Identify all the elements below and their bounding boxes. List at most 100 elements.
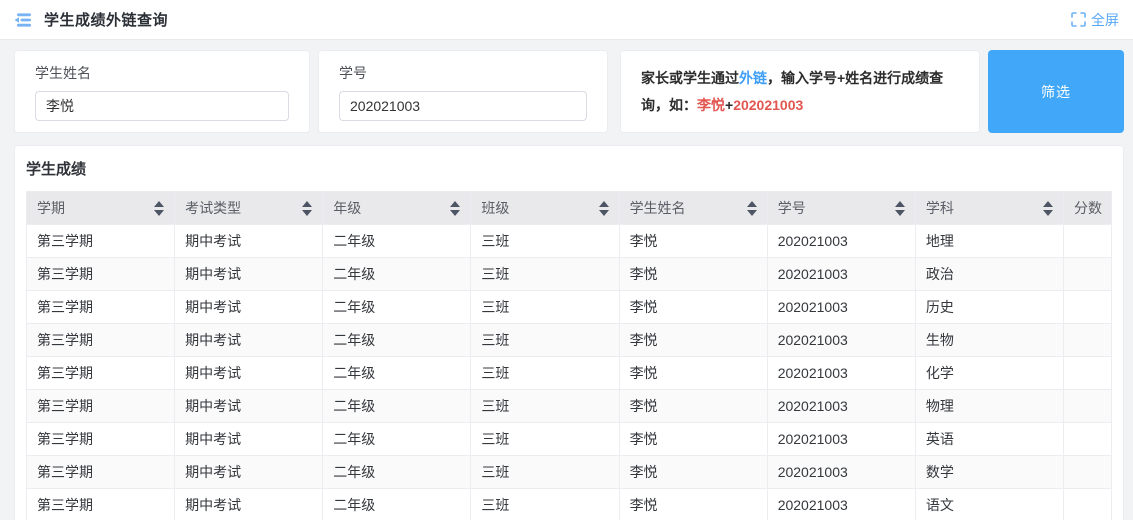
student-id-input[interactable] (339, 91, 587, 121)
table-cell: 二年级 (323, 225, 471, 258)
table-row[interactable]: 第三学期期中考试二年级三班李悦202021003历史 (27, 291, 1112, 324)
column-header[interactable]: 学科 (915, 192, 1063, 225)
table-cell: 三班 (471, 291, 619, 324)
table-row[interactable]: 第三学期期中考试二年级三班李悦202021003地理 (27, 225, 1112, 258)
column-header[interactable]: 学号 (767, 192, 915, 225)
table-body: 第三学期期中考试二年级三班李悦202021003地理第三学期期中考试二年级三班李… (27, 225, 1112, 520)
table-row[interactable]: 第三学期期中考试二年级三班李悦202021003英语 (27, 423, 1112, 456)
table-cell: 期中考试 (175, 489, 323, 520)
table-cell: 三班 (471, 489, 619, 520)
table-cell: 202021003 (767, 390, 915, 423)
column-label: 学期 (37, 198, 65, 218)
topbar-left: 学生成绩外链查询 (14, 9, 168, 30)
table-cell: 第三学期 (27, 390, 175, 423)
table-cell: 李悦 (619, 258, 767, 291)
table-row[interactable]: 第三学期期中考试二年级三班李悦202021003语文 (27, 489, 1112, 520)
table-cell (1064, 258, 1112, 291)
table-cell: 地理 (915, 225, 1063, 258)
column-label: 班级 (481, 198, 509, 218)
table-row[interactable]: 第三学期期中考试二年级三班李悦202021003生物 (27, 324, 1112, 357)
table-row[interactable]: 第三学期期中考试二年级三班李悦202021003数学 (27, 456, 1112, 489)
sort-caret-icon[interactable] (895, 201, 905, 216)
table-cell: 期中考试 (175, 456, 323, 489)
column-header[interactable]: 班级 (471, 192, 619, 225)
table-cell: 三班 (471, 390, 619, 423)
table-cell: 期中考试 (175, 291, 323, 324)
hint-part1: 家长或学生通过 (641, 70, 739, 86)
column-header[interactable]: 考试类型 (175, 192, 323, 225)
table-cell: 第三学期 (27, 489, 175, 520)
table-cell: 李悦 (619, 225, 767, 258)
column-label: 学生姓名 (630, 198, 686, 218)
column-label: 年级 (333, 198, 361, 218)
table-cell (1064, 489, 1112, 520)
table-cell: 202021003 (767, 489, 915, 520)
table-cell: 英语 (915, 423, 1063, 456)
hint-card: 家长或学生通过外链，输入学号+姓名进行成绩查询，如：李悦+202021003 (620, 50, 980, 133)
table-cell (1064, 225, 1112, 258)
hint-plus: + (725, 97, 733, 113)
student-name-label: 学生姓名 (35, 63, 289, 83)
table-header-row: 学期考试类型年级班级学生姓名学号学科分数 (27, 192, 1112, 225)
table-cell: 202021003 (767, 324, 915, 357)
fullscreen-icon (1071, 12, 1086, 27)
table-cell: 李悦 (619, 456, 767, 489)
column-label: 学科 (926, 198, 954, 218)
column-header[interactable]: 年级 (323, 192, 471, 225)
sort-caret-icon[interactable] (302, 201, 312, 216)
table-cell: 政治 (915, 258, 1063, 291)
table-cell: 二年级 (323, 291, 471, 324)
table-cell: 期中考试 (175, 357, 323, 390)
table-cell: 物理 (915, 390, 1063, 423)
column-header[interactable]: 学生姓名 (619, 192, 767, 225)
sort-caret-icon[interactable] (154, 201, 164, 216)
table-cell (1064, 291, 1112, 324)
table-cell: 第三学期 (27, 456, 175, 489)
table-cell: 李悦 (619, 423, 767, 456)
table-cell: 李悦 (619, 390, 767, 423)
table-cell (1064, 390, 1112, 423)
table-row[interactable]: 第三学期期中考试二年级三班李悦202021003化学 (27, 357, 1112, 390)
table-cell: 二年级 (323, 390, 471, 423)
table-cell: 第三学期 (27, 324, 175, 357)
table-cell: 李悦 (619, 357, 767, 390)
table-row[interactable]: 第三学期期中考试二年级三班李悦202021003政治 (27, 258, 1112, 291)
table-row[interactable]: 第三学期期中考试二年级三班李悦202021003物理 (27, 390, 1112, 423)
table-cell: 二年级 (323, 357, 471, 390)
page-title: 学生成绩外链查询 (44, 9, 168, 30)
column-label: 学号 (778, 198, 806, 218)
filter-row: 学生姓名 学号 家长或学生通过外链，输入学号+姓名进行成绩查询，如：李悦+202… (14, 50, 1124, 133)
table-cell: 数学 (915, 456, 1063, 489)
table-cell: 期中考试 (175, 390, 323, 423)
table-cell: 二年级 (323, 324, 471, 357)
sort-caret-icon[interactable] (1043, 201, 1053, 216)
table-cell: 语文 (915, 489, 1063, 520)
table-cell: 202021003 (767, 225, 915, 258)
table-cell: 三班 (471, 225, 619, 258)
table-cell: 三班 (471, 324, 619, 357)
column-header[interactable]: 学期 (27, 192, 175, 225)
table-cell: 化学 (915, 357, 1063, 390)
hint-example-id: 202021003 (733, 97, 803, 113)
filter-button[interactable]: 筛选 (988, 50, 1124, 133)
student-name-input[interactable] (35, 91, 289, 121)
collapse-sidebar-icon[interactable] (14, 12, 34, 28)
student-grades-card: 学生成绩 学期考试类型年级班级学生姓名学号学科分数 第三学期期中考试二年级三班李… (14, 145, 1124, 520)
hint-example-name: 李悦 (697, 97, 725, 113)
fullscreen-button[interactable]: 全屏 (1071, 10, 1119, 30)
topbar: 学生成绩外链查询 全屏 (0, 0, 1133, 40)
table-cell: 202021003 (767, 456, 915, 489)
table-cell: 202021003 (767, 423, 915, 456)
table-cell: 期中考试 (175, 225, 323, 258)
sort-caret-icon[interactable] (599, 201, 609, 216)
table-cell: 202021003 (767, 258, 915, 291)
grades-table: 学期考试类型年级班级学生姓名学号学科分数 第三学期期中考试二年级三班李悦2020… (26, 191, 1112, 520)
student-id-card: 学号 (318, 50, 608, 133)
sort-caret-icon[interactable] (450, 201, 460, 216)
table-cell (1064, 456, 1112, 489)
table-cell: 第三学期 (27, 291, 175, 324)
hint-external-link[interactable]: 外链 (739, 70, 767, 86)
table-cell: 二年级 (323, 456, 471, 489)
table-cell: 二年级 (323, 258, 471, 291)
sort-caret-icon[interactable] (747, 201, 757, 216)
